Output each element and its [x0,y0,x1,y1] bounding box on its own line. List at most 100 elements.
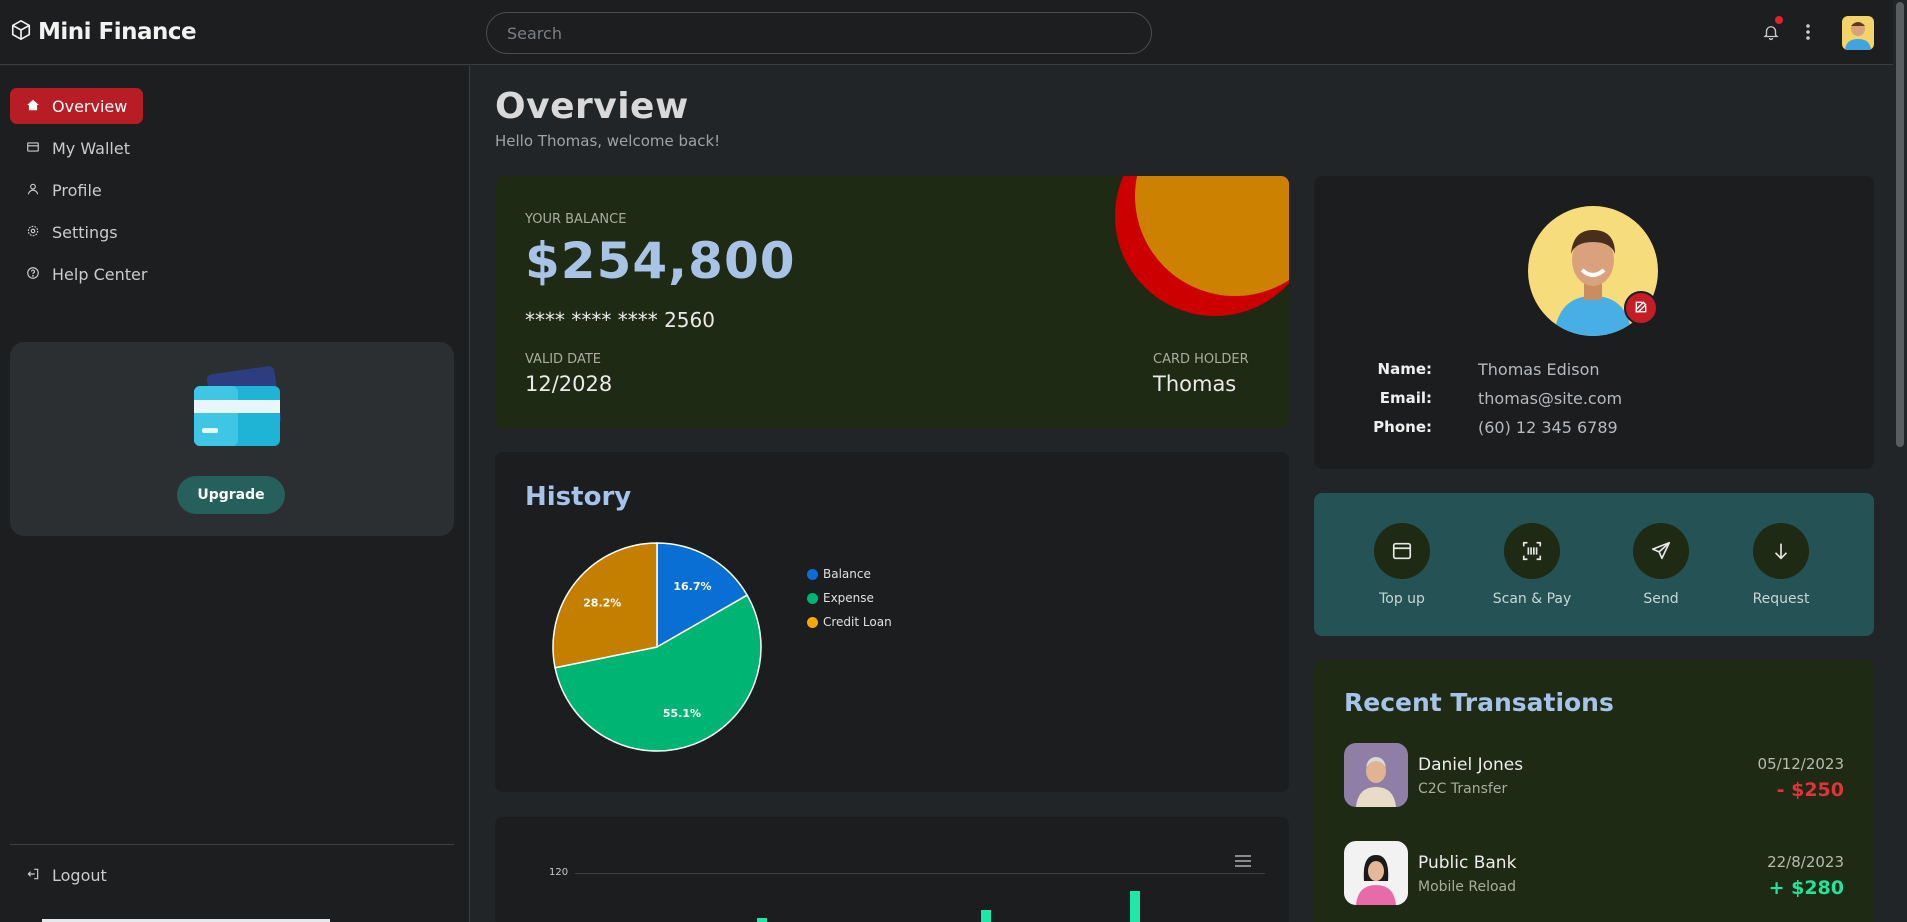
legend-item[interactable]: Expense [807,586,892,610]
send-icon [1633,523,1689,579]
y-tick-label: 120 [549,867,569,878]
help-icon [26,265,40,284]
phone-label: Phone: [1373,418,1432,436]
pie-data-label: 16.7% [673,580,711,593]
transaction-name: Daniel Jones [1418,755,1524,775]
valid-date-label: VALID DATE [525,352,601,367]
transactions-title: Recent Transations [1344,688,1614,717]
brand[interactable]: Mini Finance [10,19,197,45]
transaction-name: Public Bank [1418,853,1517,873]
avatar [1344,743,1408,807]
list-item[interactable]: Daniel Jones C2C Transfer 05/12/2023 - $… [1344,743,1844,807]
balance-label: YOUR BALANCE [525,212,627,227]
top-bar: Mini Finance [0,0,1907,65]
transaction-type: C2C Transfer [1418,781,1508,797]
legend-item[interactable]: Credit Loan [807,610,892,634]
hamburger-menu-icon[interactable] [1235,853,1251,872]
legend-label: Expense [823,591,874,605]
avatar [1344,841,1408,905]
sidebar-item-label: Overview [52,96,128,116]
sidebar-item-label: Profile [52,180,102,200]
legend-label: Balance [823,567,871,581]
quick-actions-card: Top up Scan & Pay Send Request [1314,493,1874,636]
pie-chart: 16.7% 55.1% 28.2% [552,542,762,752]
home-icon [26,97,40,116]
gridline [575,873,1265,874]
transaction-date: 05/12/2023 [1757,755,1844,773]
email-value: thomas@site.com [1478,389,1623,408]
legend-label: Credit Loan [823,615,892,629]
name-label: Name: [1377,360,1432,378]
bar[interactable] [981,910,991,922]
logout-icon [26,866,40,885]
action-label: Top up [1379,591,1425,607]
profile-card: Name: Thomas Edison Email: thomas@site.c… [1314,176,1874,469]
action-label: Send [1643,591,1679,607]
avatar[interactable] [1842,16,1874,50]
history-title: History [525,482,632,512]
sidebar-item-my-wallet[interactable]: My Wallet [10,130,146,166]
send-button[interactable]: Send [1611,523,1711,607]
sidebar-item-label: Settings [52,222,118,242]
notification-dot [1775,16,1783,24]
card-number: **** **** **** 2560 [525,308,715,332]
action-label: Scan & Pay [1492,591,1572,607]
user-icon [26,181,40,200]
card-holder-value: Thomas [1153,372,1237,396]
balance-amount: $254,800 [525,232,796,290]
sidebar-item-help-center[interactable]: Help Center [10,256,163,292]
page-subtitle: Hello Thomas, welcome back! [495,132,721,150]
brand-name: Mini Finance [38,19,197,45]
pie-data-label: 28.2% [583,596,621,609]
wallet-icon [26,139,40,158]
credit-cards-icon [180,366,290,460]
sidebar-item-settings[interactable]: Settings [10,214,134,250]
history-card: History 16.7% 55.1% 28.2% Balance Expense … [495,452,1289,792]
bar[interactable] [757,918,767,922]
cube-icon [10,19,32,45]
transaction-type: Mobile Reload [1418,879,1517,895]
transaction-amount: - $250 [1776,779,1844,801]
bar[interactable] [1130,891,1140,922]
legend-item[interactable]: Balance [807,562,892,586]
edit-icon [1634,299,1648,318]
upgrade-card: Upgrade [10,342,454,536]
sidebar-item-label: My Wallet [52,138,130,158]
list-item[interactable]: Public Bank Mobile Reload 22/8/2023 + $2… [1344,841,1844,905]
action-label: Request [1752,591,1810,607]
pie-data-label: 55.1% [663,707,701,720]
scan-pay-button[interactable]: Scan & Pay [1482,523,1582,607]
legend-swatch [807,592,818,604]
sidebar-item-overview[interactable]: Overview [10,88,144,124]
valid-date-value: 12/2028 [525,372,613,396]
sidebar-item-profile[interactable]: Profile [10,172,118,208]
upgrade-button[interactable]: Upgrade [177,476,285,514]
bar-chart-card: 120 [495,817,1289,922]
sidebar: Overview My Wallet Profile Settings Help… [0,66,470,922]
sidebar-divider [10,844,454,845]
edit-profile-button[interactable] [1624,291,1658,325]
scrollbar-thumb[interactable] [1896,2,1904,447]
chart-legend: Balance Expense Credit Loan [807,562,892,634]
gear-icon [26,223,40,242]
window-icon [1374,523,1430,579]
name-value: Thomas Edison [1478,360,1600,379]
search-input[interactable] [486,12,1152,54]
transaction-date: 22/8/2023 [1767,853,1844,871]
arrow-down-icon [1753,523,1809,579]
phone-value: (60) 12 345 6789 [1478,418,1618,437]
more-vertical-icon[interactable] [1804,22,1812,46]
logout-button[interactable]: Logout [10,858,123,892]
legend-swatch [807,568,818,580]
page-title: Overview [495,86,689,127]
legend-swatch [807,616,818,628]
recent-transactions-card: Recent Transations Daniel Jones C2C Tran… [1314,660,1874,922]
sidebar-item-label: Help Center [52,264,148,284]
email-label: Email: [1379,389,1432,407]
request-button[interactable]: Request [1731,523,1831,607]
card-holder-label: CARD HOLDER [1153,352,1249,367]
transaction-amount: + $280 [1768,877,1844,899]
balance-card: YOUR BALANCE $254,800 **** **** **** 256… [495,176,1289,428]
top-up-button[interactable]: Top up [1352,523,1452,607]
bell-icon[interactable] [1762,22,1780,46]
